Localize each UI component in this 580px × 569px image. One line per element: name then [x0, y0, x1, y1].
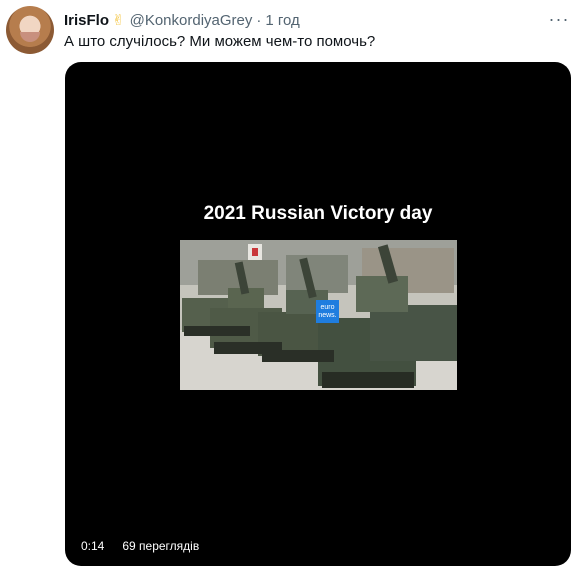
more-options-icon[interactable]: ··· [548, 8, 570, 29]
user-handle[interactable]: @KonkordiyaGrey [130, 12, 253, 29]
view-count: 69 переглядів [122, 539, 200, 553]
victory-hand-emoji: ✌ [112, 12, 125, 29]
video-duration: 0:14 [81, 539, 105, 553]
tweet[interactable]: IrisFlo ✌ @KonkordiyaGrey · 1 год ··· А … [0, 0, 580, 569]
display-name[interactable]: IrisFlo [64, 12, 109, 29]
tweet-header: IrisFlo ✌ @KonkordiyaGrey · 1 год [64, 10, 300, 30]
tweet-text: А што случілось? Ми можем чем-то помочь? [64, 33, 376, 50]
euronews-logo-text: euro news. [318, 303, 337, 319]
separator-dot: · [256, 11, 262, 29]
euronews-logo: euro news. [316, 300, 339, 323]
timestamp[interactable]: 1 год [265, 12, 299, 29]
video-footer: 0:14 69 переглядів [81, 539, 199, 553]
video-title: 2021 Russian Victory day [203, 203, 433, 224]
video-player[interactable]: 2021 Russian Victory day euro news. 0:14… [65, 62, 571, 566]
avatar[interactable] [6, 6, 54, 54]
more-options-glyph: ··· [548, 8, 570, 29]
